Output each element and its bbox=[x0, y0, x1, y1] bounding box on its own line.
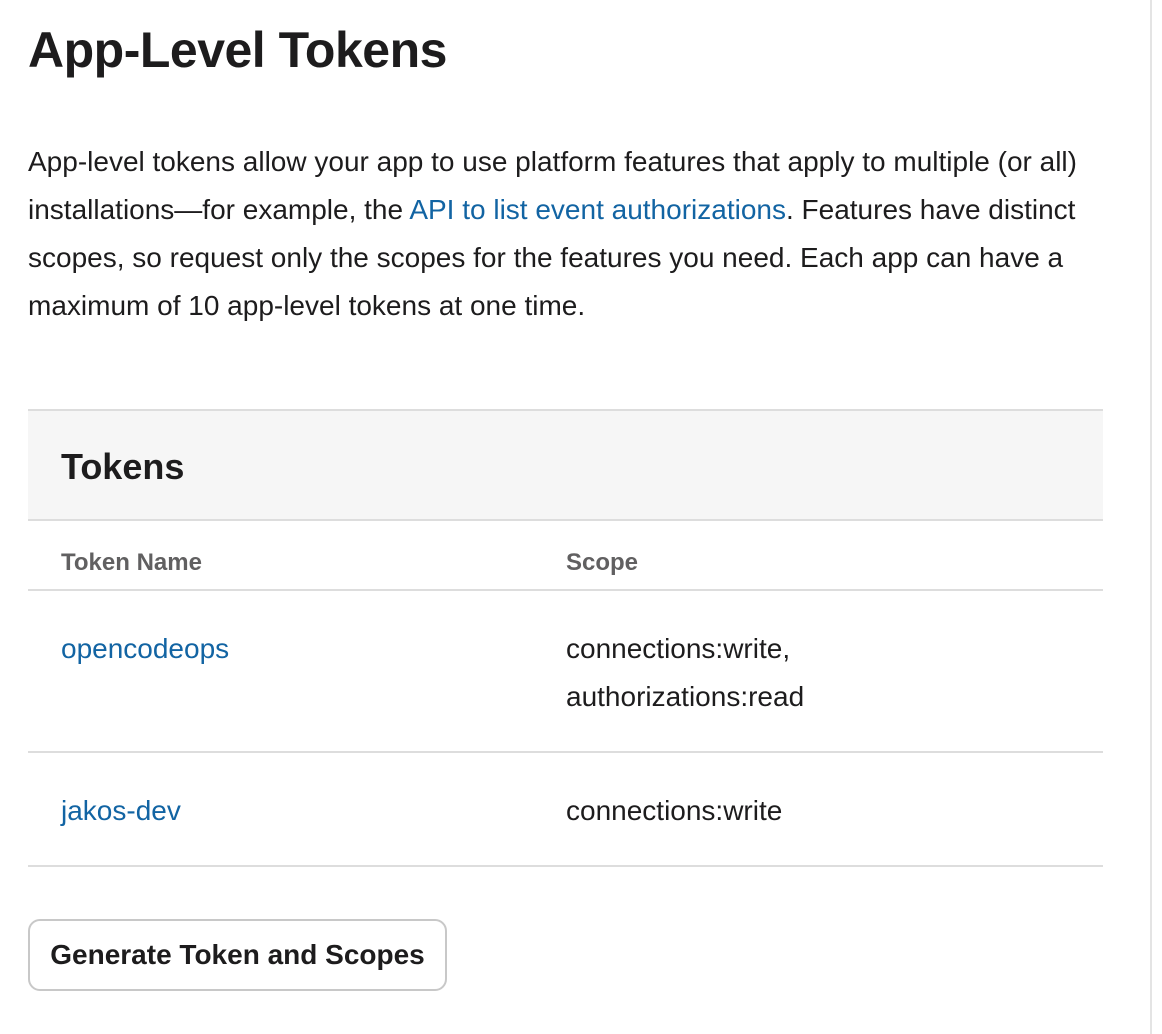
token-scope-cell: connections:write bbox=[566, 787, 966, 835]
token-scope-item: authorizations:read bbox=[566, 681, 805, 712]
table-header-row: Token Name Scope bbox=[28, 521, 1103, 591]
table-row: jakos-dev connections:write bbox=[28, 753, 1103, 867]
table-row: opencodeops connections:write, authoriza… bbox=[28, 591, 1103, 753]
tokens-panel-header: Tokens bbox=[28, 409, 1103, 521]
token-scope-item: connections:write, bbox=[566, 633, 791, 664]
page-right-border bbox=[1150, 0, 1152, 1034]
event-authorizations-api-link[interactable]: API to list event authorizations bbox=[409, 194, 786, 225]
tokens-table: Tokens Token Name Scope opencodeops conn… bbox=[28, 409, 1103, 867]
column-header-scope: Scope bbox=[566, 549, 639, 576]
token-name-link[interactable]: jakos-dev bbox=[61, 787, 181, 835]
token-name-link[interactable]: opencodeops bbox=[61, 625, 229, 673]
generate-token-button[interactable]: Generate Token and Scopes bbox=[28, 919, 447, 991]
token-scope-cell: connections:write, authorizations:read bbox=[566, 625, 966, 721]
token-scope-item: connections:write bbox=[566, 795, 783, 826]
column-header-token-name: Token Name bbox=[61, 549, 202, 576]
tokens-heading: Tokens bbox=[61, 446, 185, 487]
page-title: App-Level Tokens bbox=[28, 22, 447, 78]
intro-paragraph: App-level tokens allow your app to use p… bbox=[28, 138, 1108, 330]
